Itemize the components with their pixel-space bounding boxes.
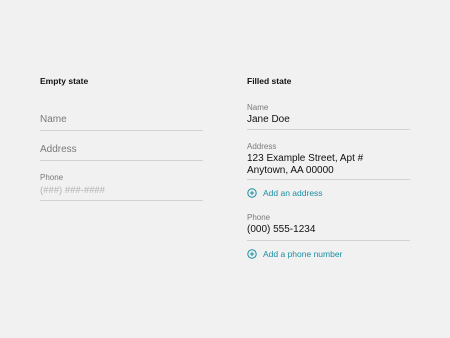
phone-label: Phone bbox=[247, 213, 271, 222]
phone-underline bbox=[247, 240, 410, 241]
add-address-label: Add an address bbox=[263, 188, 323, 198]
name-label: Name bbox=[247, 103, 269, 112]
name-value: Jane Doe bbox=[247, 114, 290, 125]
address-underline bbox=[40, 160, 203, 161]
phone-input[interactable]: Phone (###) ###-#### bbox=[40, 172, 203, 202]
plus-circle-icon bbox=[247, 188, 257, 198]
phone-field[interactable]: Phone (000) 555-1234 bbox=[247, 212, 410, 242]
plus-circle-icon bbox=[247, 249, 257, 259]
add-address-button[interactable]: Add an address bbox=[247, 188, 323, 198]
add-phone-label: Add a phone number bbox=[263, 249, 343, 259]
address-underline bbox=[247, 179, 410, 180]
name-input[interactable]: Name bbox=[40, 113, 203, 133]
phone-underline bbox=[40, 200, 203, 201]
address-input[interactable]: Address bbox=[40, 143, 203, 163]
address-label: Address bbox=[247, 142, 277, 151]
add-phone-button[interactable]: Add a phone number bbox=[247, 249, 342, 259]
phone-label: Phone bbox=[40, 173, 64, 182]
phone-placeholder: (###) ###-#### bbox=[40, 185, 105, 196]
address-line-1: 123 Example Street, Apt # bbox=[247, 153, 364, 164]
empty-state-heading: Empty state bbox=[40, 76, 89, 86]
name-field[interactable]: Name Jane Doe bbox=[247, 102, 410, 132]
name-underline bbox=[40, 130, 203, 131]
address-placeholder: Address bbox=[40, 144, 77, 155]
name-underline bbox=[247, 129, 410, 130]
address-line-2: Anytown, AA 00000 bbox=[247, 164, 334, 176]
phone-value: (000) 555-1234 bbox=[247, 224, 316, 235]
name-placeholder: Name bbox=[40, 114, 67, 125]
address-field[interactable]: Address 123 Example Street, Apt # Anytow… bbox=[247, 141, 410, 181]
filled-state-heading: Filled state bbox=[247, 76, 292, 86]
